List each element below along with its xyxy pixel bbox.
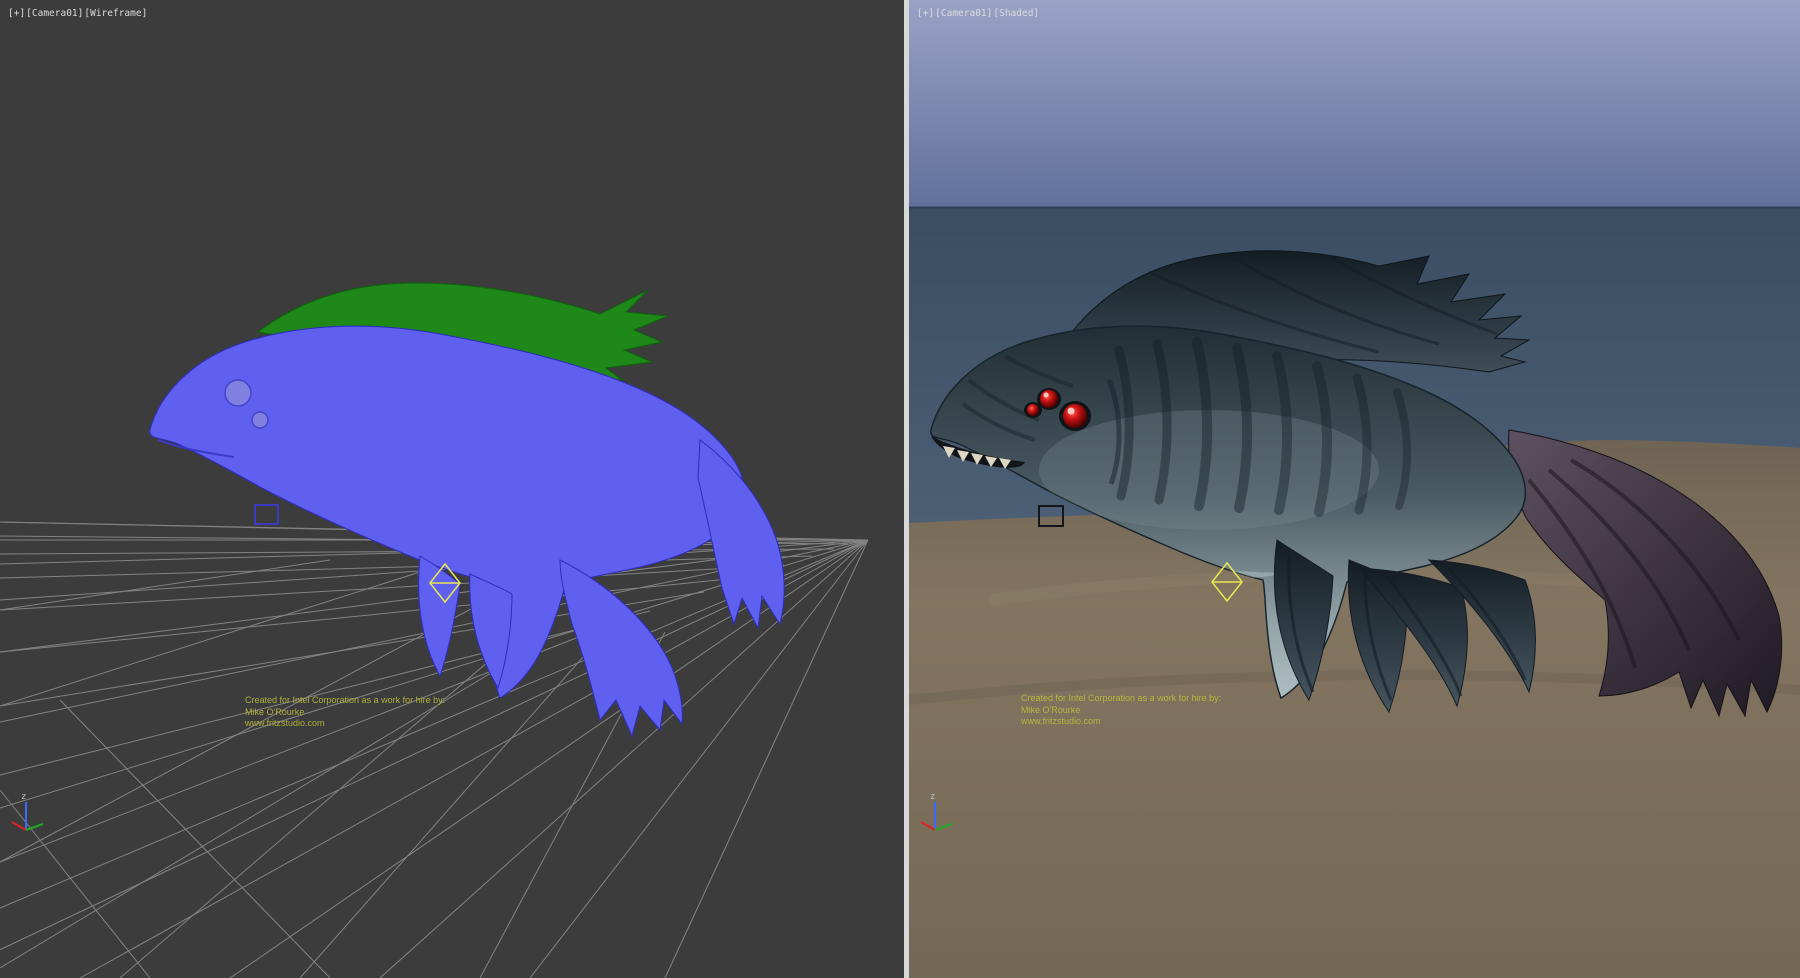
viewport-menu-button[interactable]: [+] xyxy=(8,8,25,19)
wireframe-canvas xyxy=(0,0,904,978)
viewport-wireframe[interactable]: [+][Camera01][Wireframe] xyxy=(0,0,904,978)
svg-text:z: z xyxy=(21,792,26,802)
viewport-camera-menu[interactable]: [Camera01] xyxy=(935,8,992,19)
viewport-shading-menu[interactable]: [Wireframe] xyxy=(84,8,147,19)
viewport-split-container: [+][Camera01][Wireframe] xyxy=(0,0,1800,978)
box-helper-gizmo[interactable] xyxy=(255,505,278,524)
watermark-text: Created for Intel Corporation as a work … xyxy=(1021,693,1221,728)
shaded-canvas xyxy=(909,0,1800,978)
viewport-shaded[interactable]: [+][Camera01][Shaded] xyxy=(909,0,1800,978)
viewport-menu-button[interactable]: [+] xyxy=(917,8,934,19)
watermark-text: Created for Intel Corporation as a work … xyxy=(245,695,445,730)
viewport-label: [+][Camera01][Shaded] xyxy=(917,8,1040,19)
fish-model-wireframe[interactable] xyxy=(150,283,784,736)
world-axis-icon: z xyxy=(919,790,963,838)
viewport-label: [+][Camera01][Wireframe] xyxy=(8,8,148,19)
viewport-camera-menu[interactable]: [Camera01] xyxy=(26,8,83,19)
viewport-shading-menu[interactable]: [Shaded] xyxy=(993,8,1039,19)
svg-text:z: z xyxy=(930,792,935,802)
world-axis-icon: z xyxy=(10,790,54,838)
